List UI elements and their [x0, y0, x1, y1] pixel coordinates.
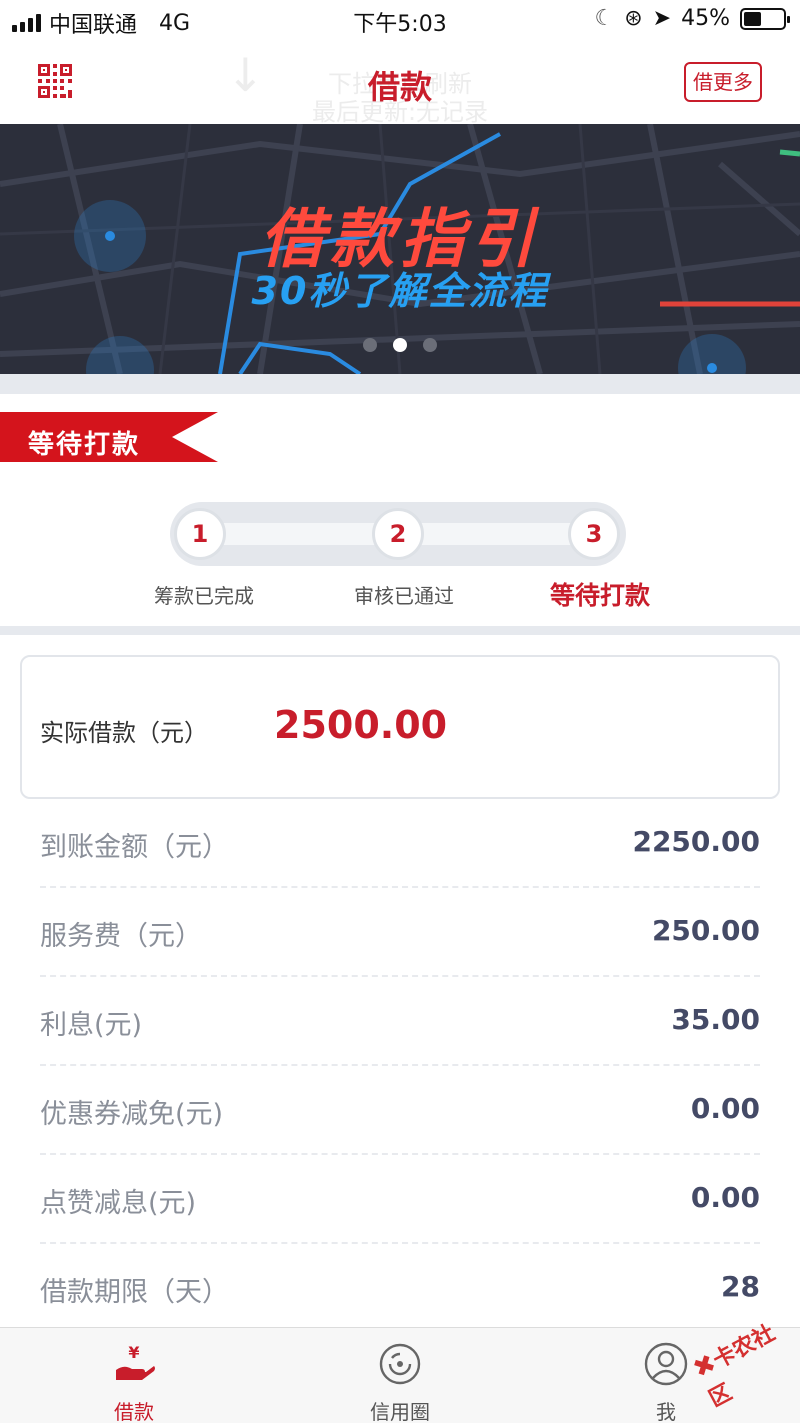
step-2-label: 审核已通过 [354, 584, 454, 608]
carousel-dots [0, 338, 800, 352]
step-3-label: 等待打款 [549, 581, 650, 610]
detail-label: 利息(元) [40, 1010, 143, 1041]
detail-label: 借款期限（天） [40, 1277, 229, 1308]
carousel-dot[interactable] [393, 338, 407, 352]
tab-label: 借款 [114, 1400, 154, 1423]
step-2-circle: 2 [372, 508, 424, 560]
detail-label: 优惠券减免(元) [40, 1099, 224, 1130]
detail-row-interest: 利息(元) 35.00 [40, 977, 760, 1066]
actual-borrow-card: 实际借款（元） 2500.00 [20, 655, 780, 799]
tab-label: 信用圈 [370, 1400, 430, 1423]
battery-fill [744, 11, 762, 26]
section-divider [0, 626, 800, 635]
detail-value: 2250.00 [632, 825, 760, 858]
tab-borrow[interactable]: ¥ 借款 [34, 1328, 234, 1423]
detail-row-received: 到账金额（元） 2250.00 [40, 799, 760, 888]
section-divider [0, 374, 800, 394]
moon-icon: ☾ [594, 6, 615, 31]
nav-bar: ↓ 下拉可以刷新 最后更新:无记录 借款 借更多 [0, 40, 800, 126]
actual-borrow-label: 实际借款（元） [40, 719, 208, 747]
detail-value: 28 [721, 1270, 760, 1303]
carousel-dot[interactable] [423, 338, 437, 352]
step-1-label: 筹款已完成 [154, 584, 254, 608]
hand-yuan-icon: ¥ [116, 1343, 155, 1380]
tab-bar: ¥ 借款 信用圈 我 [0, 1327, 800, 1423]
page-title: 借款 [367, 68, 432, 106]
status-bar: 中国联通 4G 下午5:03 ☾ ⊛ ➤ 45% [0, 0, 800, 40]
user-icon [644, 1342, 688, 1386]
step-3-circle: 3 [568, 508, 620, 560]
detail-value: 0.00 [690, 1181, 760, 1214]
svg-text:¥: ¥ [128, 1343, 139, 1362]
detail-row-like-discount: 点赞减息(元) 0.00 [40, 1155, 760, 1244]
detail-value: 0.00 [690, 1092, 760, 1125]
credit-circle-icon [379, 1343, 421, 1385]
detail-value: 35.00 [671, 1003, 760, 1036]
detail-label: 到账金额（元） [40, 832, 229, 863]
battery-percent: 45% [681, 6, 730, 31]
detail-label: 服务费（元） [40, 921, 202, 952]
step-1-circle: 1 [174, 508, 226, 560]
guide-banner[interactable]: 借款指引 30秒了解全流程 [0, 124, 800, 374]
detail-value: 250.00 [651, 914, 760, 947]
location-arrow-icon: ➤ [652, 6, 672, 31]
tab-credit-circle[interactable]: 信用圈 [300, 1328, 500, 1423]
detail-row-coupon: 优惠券减免(元) 0.00 [40, 1066, 760, 1155]
rotation-lock-icon: ⊛ [624, 6, 643, 31]
detail-row-service-fee: 服务费（元） 250.00 [40, 888, 760, 977]
banner-subtitle: 30秒了解全流程 [251, 269, 549, 313]
battery-icon [740, 7, 790, 30]
status-ribbon-text: 等待打款 [28, 430, 141, 460]
actual-borrow-value: 2500.00 [274, 703, 448, 747]
carousel-dot[interactable] [363, 338, 377, 352]
borrow-more-button[interactable]: 借更多 [684, 62, 762, 102]
detail-row-term: 借款期限（天） 28 [40, 1244, 760, 1333]
detail-label: 点赞减息(元) [40, 1188, 197, 1219]
